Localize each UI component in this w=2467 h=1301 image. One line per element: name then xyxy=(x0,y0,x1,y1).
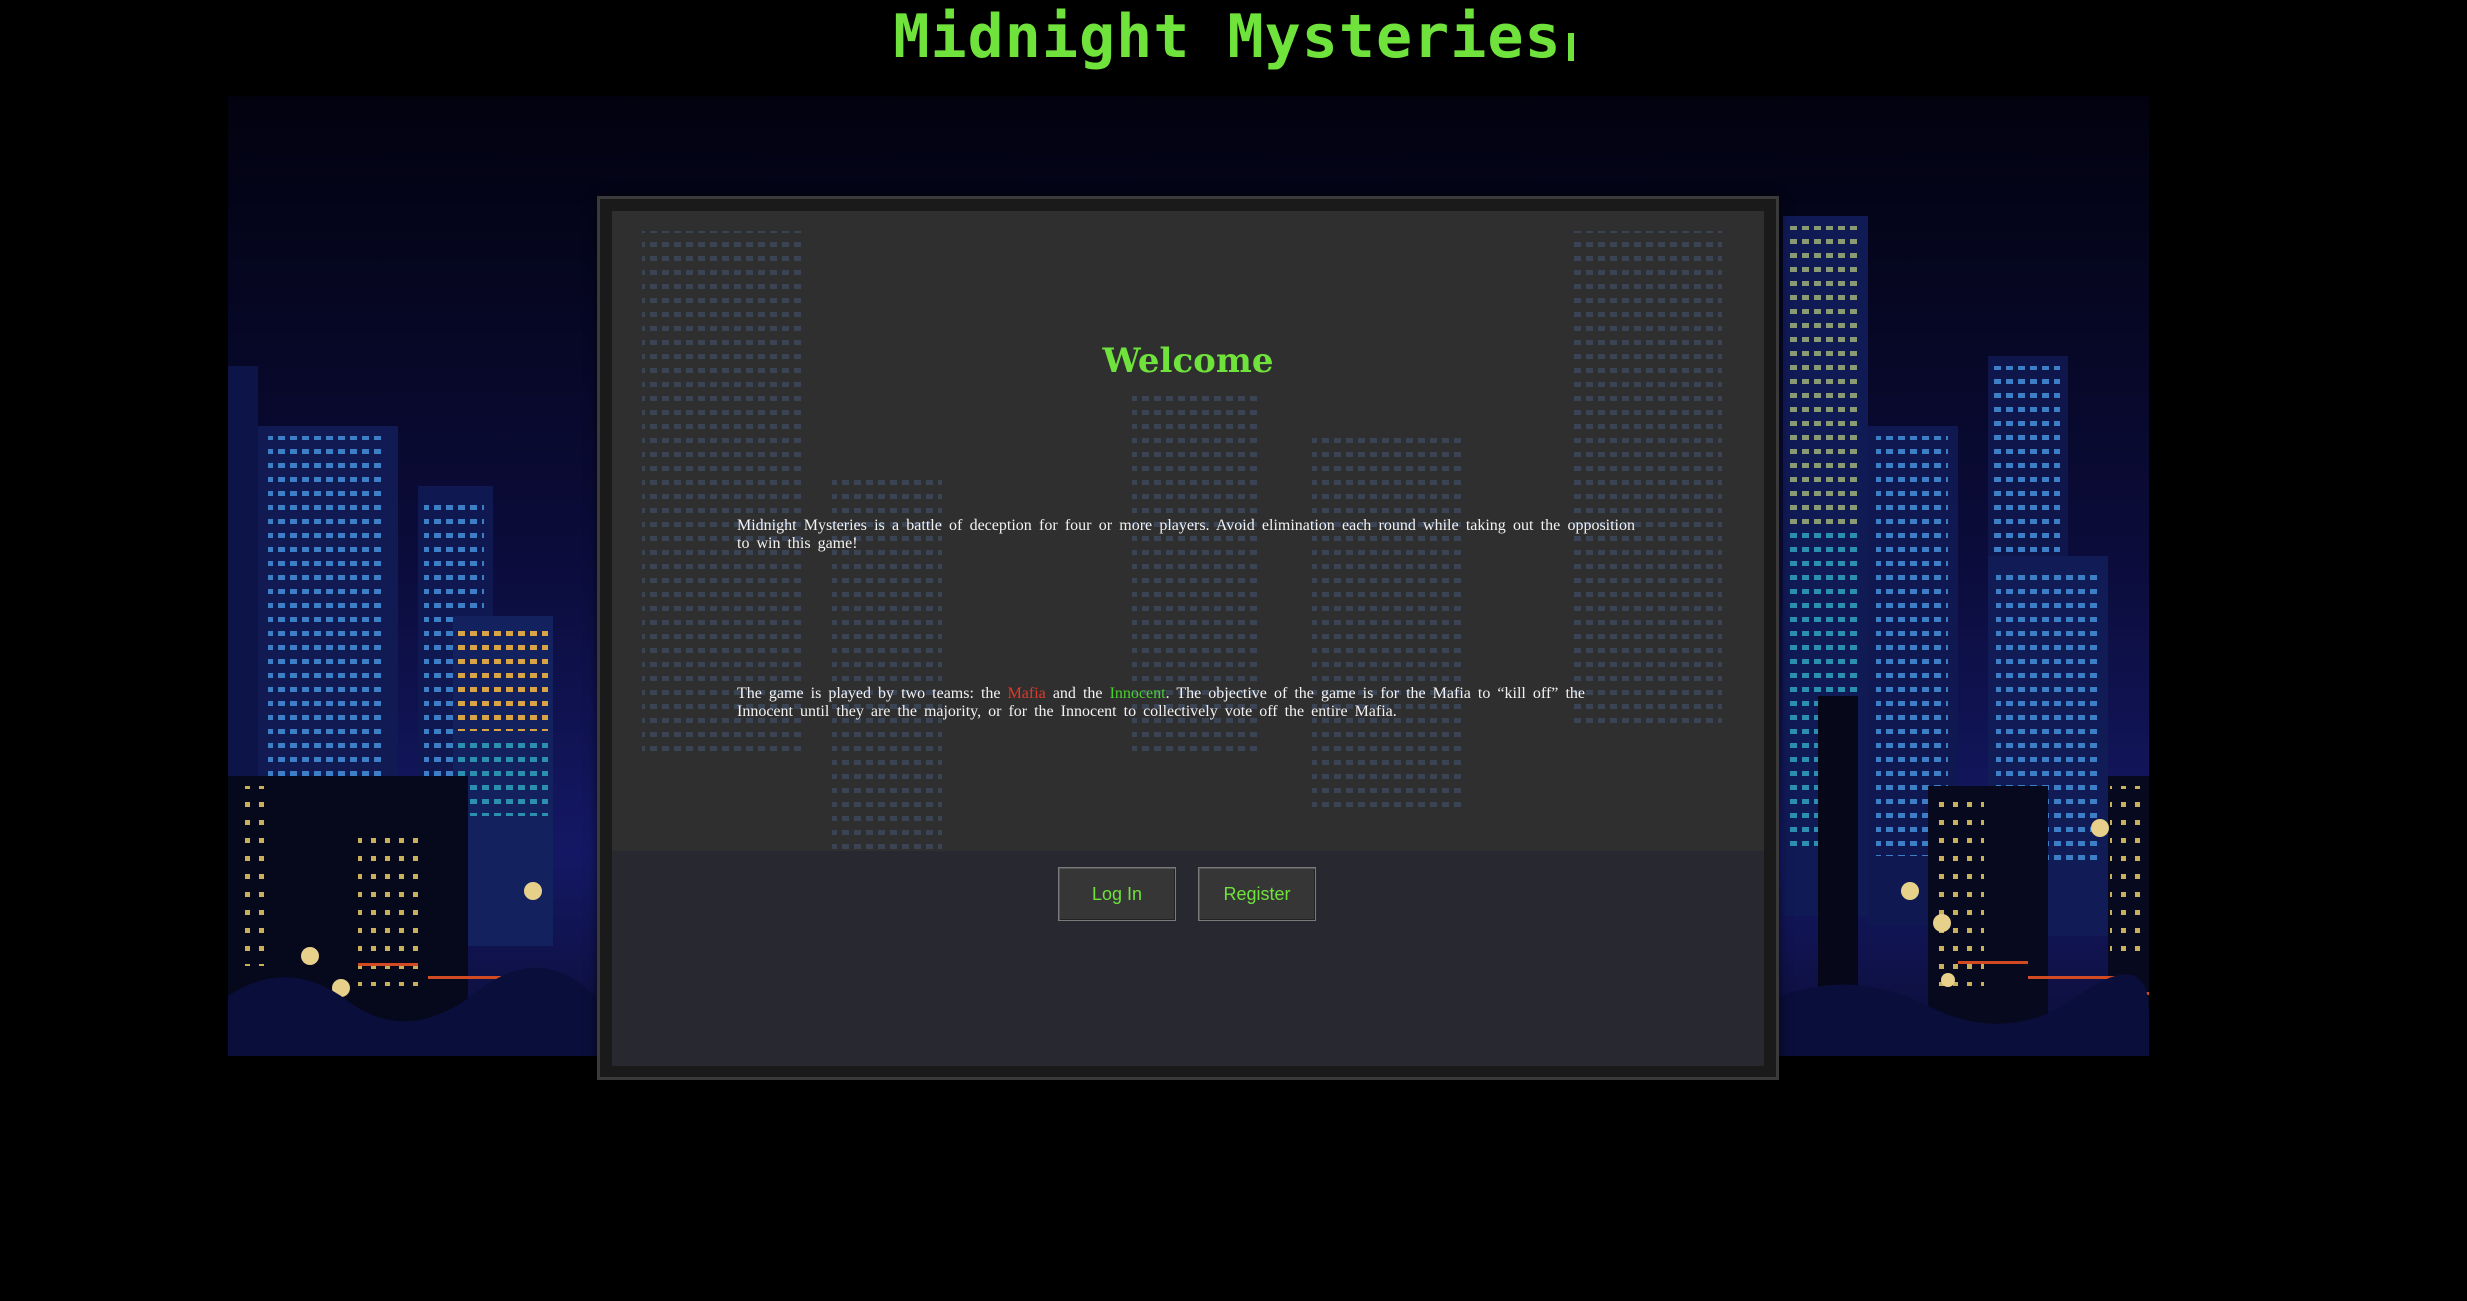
welcome-panel: Welcome Midnight Mysteries is a battle o… xyxy=(612,211,1764,1066)
register-button[interactable]: Register xyxy=(1198,867,1316,921)
site-title: Midnight Mysteries xyxy=(0,2,2467,72)
team-mafia-label: Mafia xyxy=(1007,685,1046,702)
site-title-text: Midnight Mysteries xyxy=(893,2,1562,72)
panel-background-skyline xyxy=(612,211,1764,1066)
rules-prefix: The game is played by two teams: the xyxy=(737,685,1008,702)
team-innocent-label: Innocent xyxy=(1109,685,1166,702)
welcome-heading: Welcome xyxy=(1102,341,1274,381)
rules-paragraph: The game is played by two teams: the Maf… xyxy=(737,685,1585,721)
login-button[interactable]: Log In xyxy=(1058,867,1176,921)
rules-joiner: and the xyxy=(1045,685,1110,702)
intro-paragraph: Midnight Mysteries is a battle of decept… xyxy=(737,517,1635,552)
typing-cursor xyxy=(1567,33,1574,61)
